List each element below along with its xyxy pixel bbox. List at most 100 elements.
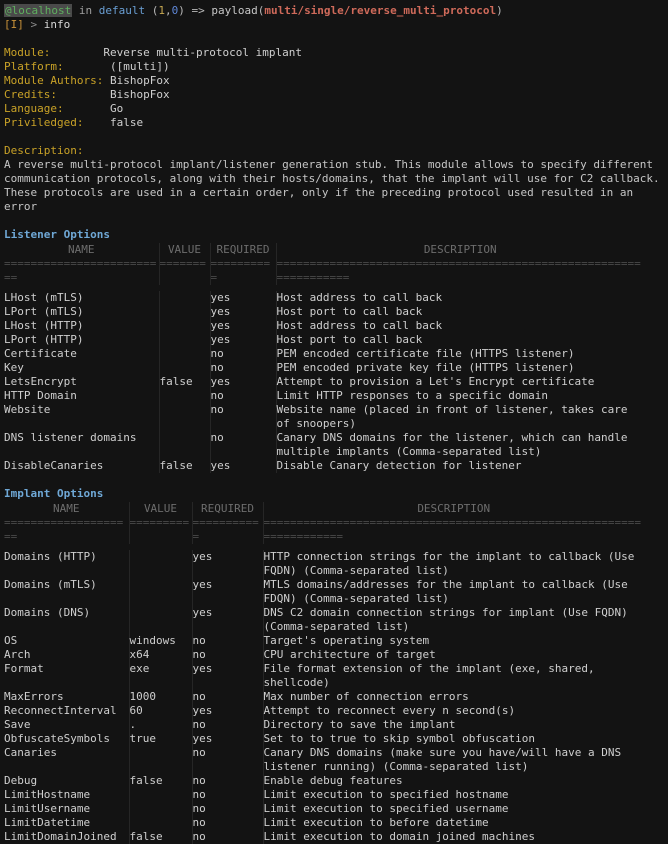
pad-platform xyxy=(64,60,104,73)
table-row[interactable]: ObfuscateSymbols true yes Set to to true to… xyxy=(4,732,644,746)
option-description: Host port to call back xyxy=(276,305,423,318)
option-name: Save xyxy=(4,718,130,732)
table-row[interactable]: Format exe yes File format extension of the… xyxy=(4,662,644,690)
option-description: Max number of connection errors xyxy=(263,690,469,703)
table-row[interactable]: MaxErrors 1000 no Max number of connection … xyxy=(4,690,644,704)
table-row[interactable]: LimitUsername no Limit execution to specif… xyxy=(4,802,644,816)
prompt-payload-close: ) xyxy=(496,4,503,17)
info-value-platform: ([multi]) xyxy=(103,60,170,73)
option-name: Domains (HTTP) xyxy=(4,550,130,578)
option-value xyxy=(129,606,193,634)
option-required: no xyxy=(192,634,264,648)
option-description: Limit execution to before datetime xyxy=(263,816,489,829)
option-value xyxy=(159,347,211,361)
table-row[interactable]: HTTP Domain no Limit HTTP responses to a s… xyxy=(4,389,644,403)
info-label-credits: Credits: xyxy=(4,88,57,101)
option-value: false xyxy=(159,375,211,389)
table-row[interactable]: Key no PEM encoded private key file (HTTPS… xyxy=(4,361,644,375)
info-row-credits: Credits: BishopFox xyxy=(4,88,668,102)
option-description: PEM encoded private key file (HTTPS list… xyxy=(276,361,575,374)
option-name: LHost (HTTP) xyxy=(4,319,160,333)
table-row[interactable]: LPort (mTLS) yes Host port to call back xyxy=(4,305,644,319)
option-required: no xyxy=(192,816,264,830)
option-required: yes xyxy=(210,459,277,473)
option-value xyxy=(159,291,211,305)
option-description: Target's operating system xyxy=(263,634,430,647)
table-row[interactable]: Debug false no Enable debug features xyxy=(4,774,644,788)
info-row-language: Language: Go xyxy=(4,102,668,116)
option-description: Limit HTTP responses to a specific domai… xyxy=(276,389,549,402)
table-row[interactable]: LimitDomainJoined false no Limit execution … xyxy=(4,830,644,844)
pad-language xyxy=(64,102,110,115)
table-row[interactable]: Website no Website name (placed in front o… xyxy=(4,403,644,431)
option-required: yes xyxy=(192,550,264,578)
info-label-platform: Platform: xyxy=(4,60,64,73)
column-header-required: REQUIRED xyxy=(210,243,277,257)
option-required: yes xyxy=(210,333,277,347)
info-value-authors: BishopFox xyxy=(109,74,170,87)
space-2 xyxy=(145,4,152,17)
option-name: LimitHostname xyxy=(4,788,130,802)
option-description: File format extension of the implant (ex… xyxy=(263,662,602,689)
separator-name: ==================== xyxy=(4,516,130,544)
info-label-module: Module: xyxy=(4,46,51,59)
option-name: DNS listener domains xyxy=(4,431,160,459)
prompt-line: @localhost in default (1,0) => payload(m… xyxy=(4,4,668,18)
table-row[interactable]: ReconnectInterval 60 yes Attempt to reconne… xyxy=(4,704,644,718)
option-value: false xyxy=(159,459,211,473)
option-required: no xyxy=(192,774,264,788)
info-label-privileged: Priviledged: xyxy=(4,116,84,129)
column-header-name: NAME xyxy=(4,502,130,516)
table-row[interactable]: Domains (mTLS) yes MTLS domains/addresses … xyxy=(4,578,644,606)
option-description: Canary DNS domains (make sure you have/w… xyxy=(263,746,628,773)
option-name: Website xyxy=(4,403,160,431)
option-required: yes xyxy=(210,305,277,319)
terminal-window[interactable]: @localhost in default (1,0) => payload(m… xyxy=(0,0,668,844)
table-row[interactable]: LetsEncrypt false yes Attempt to provision … xyxy=(4,375,644,389)
option-name: DisableCanaries xyxy=(4,459,160,473)
option-value: false xyxy=(129,830,193,844)
separator-required: =========== xyxy=(192,516,264,544)
option-required: no xyxy=(192,648,264,662)
option-name: Format xyxy=(4,662,130,690)
implant-options-table: NAME VALUE REQUIRED DESCRIPTION ========… xyxy=(4,502,644,844)
table-row[interactable]: LPort (HTTP) yes Host port to call back xyxy=(4,333,644,347)
option-required: no xyxy=(192,788,264,802)
pad-authors xyxy=(103,74,110,87)
table-row[interactable]: LimitDatetime no Limit execution to before… xyxy=(4,816,644,830)
table-row[interactable]: Certificate no PEM encoded certificate fil… xyxy=(4,347,644,361)
option-name: MaxErrors xyxy=(4,690,130,704)
table-row[interactable]: LHost (mTLS) yes Host address to call back xyxy=(4,291,644,305)
table-row[interactable]: DisableCanaries false yes Disable Canary de… xyxy=(4,459,644,473)
table-row[interactable]: Arch x64 no CPU architecture of target xyxy=(4,648,644,662)
option-description: Limit execution to domain joined machine… xyxy=(263,830,536,843)
separator-description: ========================================… xyxy=(276,257,641,284)
description-block: Description: A reverse multi-protocol im… xyxy=(4,144,668,214)
command-line[interactable]: [I] > info xyxy=(4,18,668,32)
table-row[interactable]: Canaries no Canary DNS domains (make sure … xyxy=(4,746,644,774)
info-label-authors: Module Authors: xyxy=(4,74,104,87)
table-row[interactable]: Save. no Directory to save the implant xyxy=(4,718,644,732)
option-description: Set to to true to skip symbol obfuscatio… xyxy=(263,732,536,745)
option-required: no xyxy=(210,403,277,431)
table-row[interactable]: Domains (HTTP) yes HTTP connection strings… xyxy=(4,550,644,578)
table-row[interactable]: Domains (DNS) yes DNS C2 domain connection… xyxy=(4,606,644,634)
table-row[interactable]: LimitHostname no Limit execution to specif… xyxy=(4,788,644,802)
option-description: Limit execution to specified username xyxy=(263,802,509,815)
table-row[interactable]: LHost (HTTP) yes Host address to call back xyxy=(4,319,644,333)
option-description: Canary DNS domains for the listener, whi… xyxy=(276,431,635,458)
table-row[interactable]: DNS listener domains no Canary DNS domains… xyxy=(4,431,644,459)
option-description: HTTP connection strings for the implant … xyxy=(263,550,641,577)
option-required: no xyxy=(210,347,277,361)
option-description: Host address to call back xyxy=(276,319,443,332)
option-value xyxy=(129,746,193,774)
option-required: yes xyxy=(210,291,277,305)
option-value xyxy=(129,816,193,830)
description-line: These protocols are used in a certain or… xyxy=(4,186,634,199)
info-value-module: Reverse multi-protocol implant xyxy=(103,46,303,59)
table-row[interactable]: OS windows no Target's operating system xyxy=(4,634,644,648)
info-label-language: Language: xyxy=(4,102,64,115)
